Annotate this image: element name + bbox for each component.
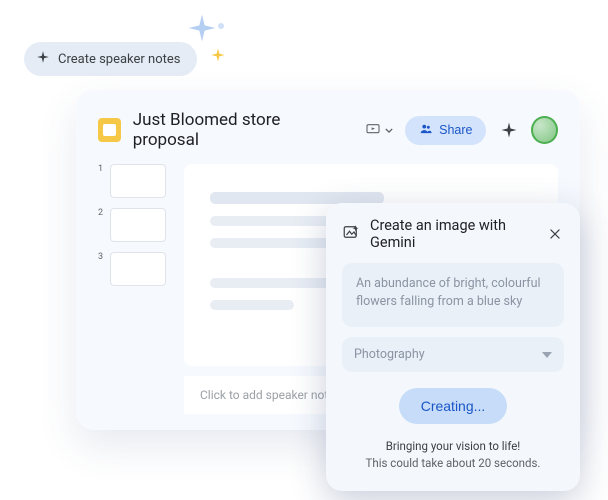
- image-style-select[interactable]: Photography: [342, 337, 564, 372]
- sparkle-icon-large: [186, 12, 218, 44]
- thumbnail-row[interactable]: 3: [98, 252, 168, 286]
- create-speaker-notes-chip[interactable]: Create speaker notes: [24, 42, 197, 76]
- chevron-down-icon: [542, 352, 552, 358]
- chip-label: Create speaker notes: [58, 52, 181, 67]
- share-button[interactable]: Share: [405, 116, 486, 145]
- panel-title: Create an image with Gemini: [370, 217, 526, 251]
- thumbnail-row[interactable]: 1: [98, 164, 168, 198]
- slide-thumbnail[interactable]: [110, 252, 166, 286]
- gemini-sparkle-icon[interactable]: [498, 119, 519, 141]
- creating-button[interactable]: Creating...: [399, 388, 508, 424]
- placeholder-line: [210, 300, 294, 310]
- sparkle-icon: [36, 50, 50, 68]
- status-line-2: This could take about 20 seconds.: [342, 455, 564, 472]
- thumb-number: 2: [98, 208, 104, 218]
- gemini-status: Bringing your vision to life! This could…: [342, 438, 564, 473]
- titlebar: Just Bloomed store proposal Share: [98, 110, 558, 150]
- close-button[interactable]: [546, 223, 565, 245]
- creating-label: Creating...: [421, 398, 486, 414]
- status-line-1: Bringing your vision to life!: [342, 438, 564, 455]
- slides-app-icon: [98, 118, 121, 142]
- speaker-notes-placeholder: Click to add speaker notes: [200, 388, 341, 402]
- people-icon: [419, 122, 433, 139]
- image-sparkle-icon: [342, 223, 360, 245]
- share-label: Share: [439, 123, 472, 137]
- sparkle-dot-icon: [218, 23, 224, 29]
- thumb-number: 3: [98, 252, 104, 262]
- image-prompt-text: An abundance of bright, colourful flower…: [356, 276, 541, 309]
- image-prompt-input[interactable]: An abundance of bright, colourful flower…: [342, 263, 564, 327]
- user-avatar[interactable]: [531, 116, 558, 144]
- thumbnail-row[interactable]: 2: [98, 208, 168, 242]
- gemini-create-image-panel: Create an image with Gemini An abundance…: [326, 203, 580, 491]
- panel-header: Create an image with Gemini: [342, 217, 564, 251]
- present-button[interactable]: [363, 119, 393, 141]
- slide-thumbnail[interactable]: [110, 208, 166, 242]
- slide-thumbnail[interactable]: [110, 164, 166, 198]
- sparkle-icon-yellow: [210, 47, 226, 63]
- document-title[interactable]: Just Bloomed store proposal: [133, 110, 339, 150]
- style-value: Photography: [354, 347, 425, 362]
- slide-thumbnails: 1 2 3: [98, 164, 168, 366]
- thumb-number: 1: [98, 164, 104, 174]
